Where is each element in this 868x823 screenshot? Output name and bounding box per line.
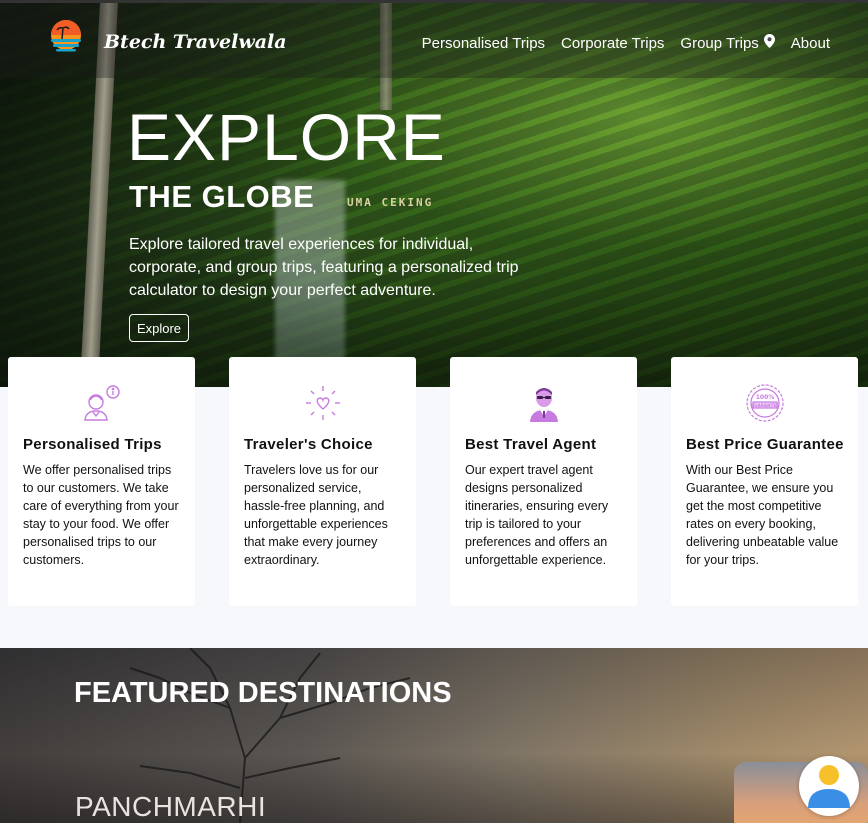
hero-description: Explore tailored travel experiences for … — [129, 236, 519, 299]
hero-sign-text: UMA CEKING — [347, 196, 434, 209]
nav-link-about[interactable]: About — [791, 35, 830, 52]
map-pin-icon — [763, 34, 775, 52]
nav-link-personalised-trips[interactable]: Personalised Trips — [422, 35, 545, 52]
feature-title: Traveler's Choice — [244, 436, 373, 453]
hero-subtitle: THE GLOBE — [129, 179, 315, 214]
feature-text: Our expert travel agent designs personal… — [465, 463, 609, 567]
navbar: Btech Travelwala Personalised Trips Corp… — [0, 0, 868, 78]
nav-link-corporate-trips[interactable]: Corporate Trips — [561, 35, 664, 52]
feature-text: With our Best Price Guarantee, we ensure… — [686, 463, 839, 567]
featured-title: FEATURED DESTINATIONS — [74, 677, 452, 709]
user-avatar-button[interactable] — [799, 756, 859, 816]
feature-text: We offer personalised trips to our custo… — [23, 463, 179, 567]
svg-text:100%: 100% — [755, 394, 774, 401]
person-info-icon — [82, 383, 122, 423]
nav-link-group-trips[interactable]: Group Trips — [680, 34, 775, 52]
feature-title: Best Travel Agent — [465, 436, 597, 453]
feature-card-personalised-trips: Personalised Trips We offer personalised… — [8, 357, 195, 606]
user-icon — [808, 765, 850, 808]
heart-sparkle-icon — [303, 383, 343, 423]
destination-name[interactable]: PANCHMARHI — [75, 791, 266, 823]
feature-text: Travelers love us for our personalized s… — [244, 463, 388, 567]
svg-text:GUARANTEE: GUARANTEE — [750, 403, 779, 408]
nav-links: Personalised Trips Corporate Trips Group… — [422, 34, 830, 52]
featured-destinations-section: FEATURED DESTINATIONS PANCHMARHI — [0, 648, 868, 823]
feature-card-best-travel-agent: Best Travel Agent Our expert travel agen… — [450, 357, 637, 606]
logo-icon[interactable] — [48, 19, 84, 55]
brand-name[interactable]: Btech Travelwala — [104, 31, 287, 53]
feature-card-best-price-guarantee: 100% GUARANTEE Best Price Guarantee With… — [671, 357, 858, 606]
feature-title: Personalised Trips — [23, 436, 162, 453]
agent-icon — [524, 383, 564, 423]
nav-link-group-trips-label: Group Trips — [680, 34, 759, 52]
hero-title: EXPLORE — [127, 100, 446, 174]
feature-card-travelers-choice: Traveler's Choice Travelers love us for … — [229, 357, 416, 606]
guarantee-badge-icon: 100% GUARANTEE — [745, 383, 785, 423]
explore-button[interactable]: Explore — [129, 314, 189, 342]
feature-title: Best Price Guarantee — [686, 436, 844, 453]
